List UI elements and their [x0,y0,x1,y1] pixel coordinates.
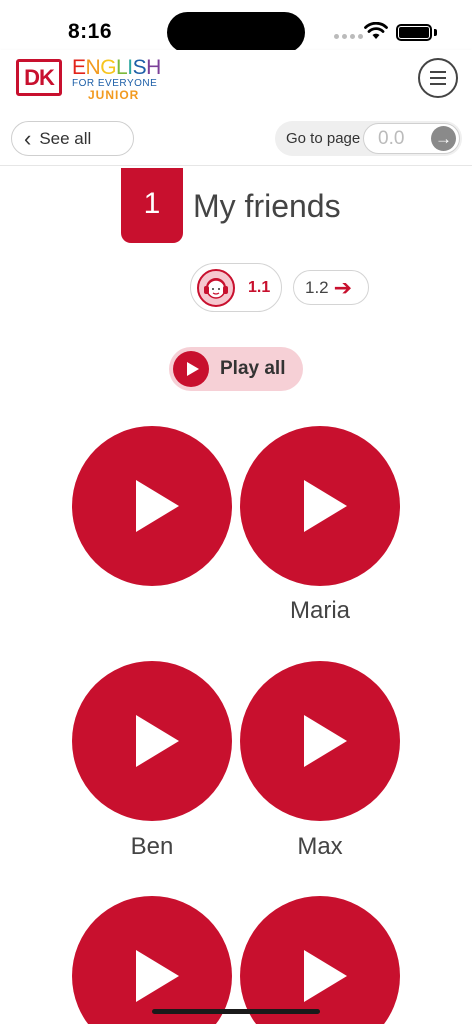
status-bar: 8:16 [0,0,472,53]
status-time: 8:16 [68,20,113,43]
audio-play-button[interactable] [240,426,400,586]
lesson-next-label: 1.2 [305,277,329,297]
hamburger-icon [430,71,446,73]
go-to-page-label: Go to page [286,130,361,147]
lesson-next-pill[interactable]: 1.2 ➔ [293,270,369,305]
chevron-left-icon: ‹ [24,125,32,151]
audio-label: Ben [130,833,174,860]
brand-english: ENGLISH [72,57,161,78]
arrow-right-icon: ➔ [333,274,353,300]
play-icon [135,950,179,1002]
play-icon [135,715,179,767]
play-all-label: Play all [220,358,286,379]
lesson-current-pill[interactable]: 1.1 [190,263,282,312]
audio-play-button[interactable] [72,426,232,586]
play-all-button[interactable]: Play all [169,347,303,391]
audio-play-button[interactable] [240,896,400,1024]
wifi-icon [364,22,388,39]
play-icon [135,480,179,532]
audio-play-button[interactable] [72,896,232,1024]
cellular-signal-icon [334,34,363,39]
nav-row: ‹ See all Go to page 0.0 → [0,110,472,166]
dynamic-island [167,12,305,53]
arrow-right-icon[interactable]: → [431,126,456,151]
brand-letter: G [100,56,117,79]
play-icon [303,715,347,767]
unit-number-badge: 1 [121,168,183,243]
audio-play-button[interactable] [240,661,400,821]
home-indicator [152,1009,320,1014]
audio-play-button[interactable] [72,661,232,821]
brand-letter: E [72,56,86,79]
see-all-button[interactable]: ‹ See all [11,121,134,156]
go-to-page: Go to page 0.0 → [275,121,462,156]
menu-button[interactable] [418,58,458,98]
audio-label: Max [297,833,343,860]
play-icon [303,480,347,532]
see-all-label: See all [39,128,92,148]
brand-letter: S [132,56,147,79]
battery-icon [396,24,432,41]
brand-letter: L [116,56,128,79]
unit-title: My friends [193,188,341,224]
play-icon [173,351,209,387]
audio-label: Maria [289,597,350,624]
brand-logo: ENGLISH FOR EVERYONE JUNIOR [72,57,161,101]
brand-letter: H [146,56,161,79]
battery-cap [434,29,437,36]
brand-junior: JUNIOR [88,88,140,102]
headphones-avatar-icon [197,268,235,307]
app-header: DK ENGLISH FOR EVERYONE JUNIOR [0,50,472,110]
brand-letter: N [85,56,101,79]
lesson-current-label: 1.1 [248,278,271,296]
dk-logo[interactable]: DK [16,59,62,96]
play-icon [303,950,347,1002]
